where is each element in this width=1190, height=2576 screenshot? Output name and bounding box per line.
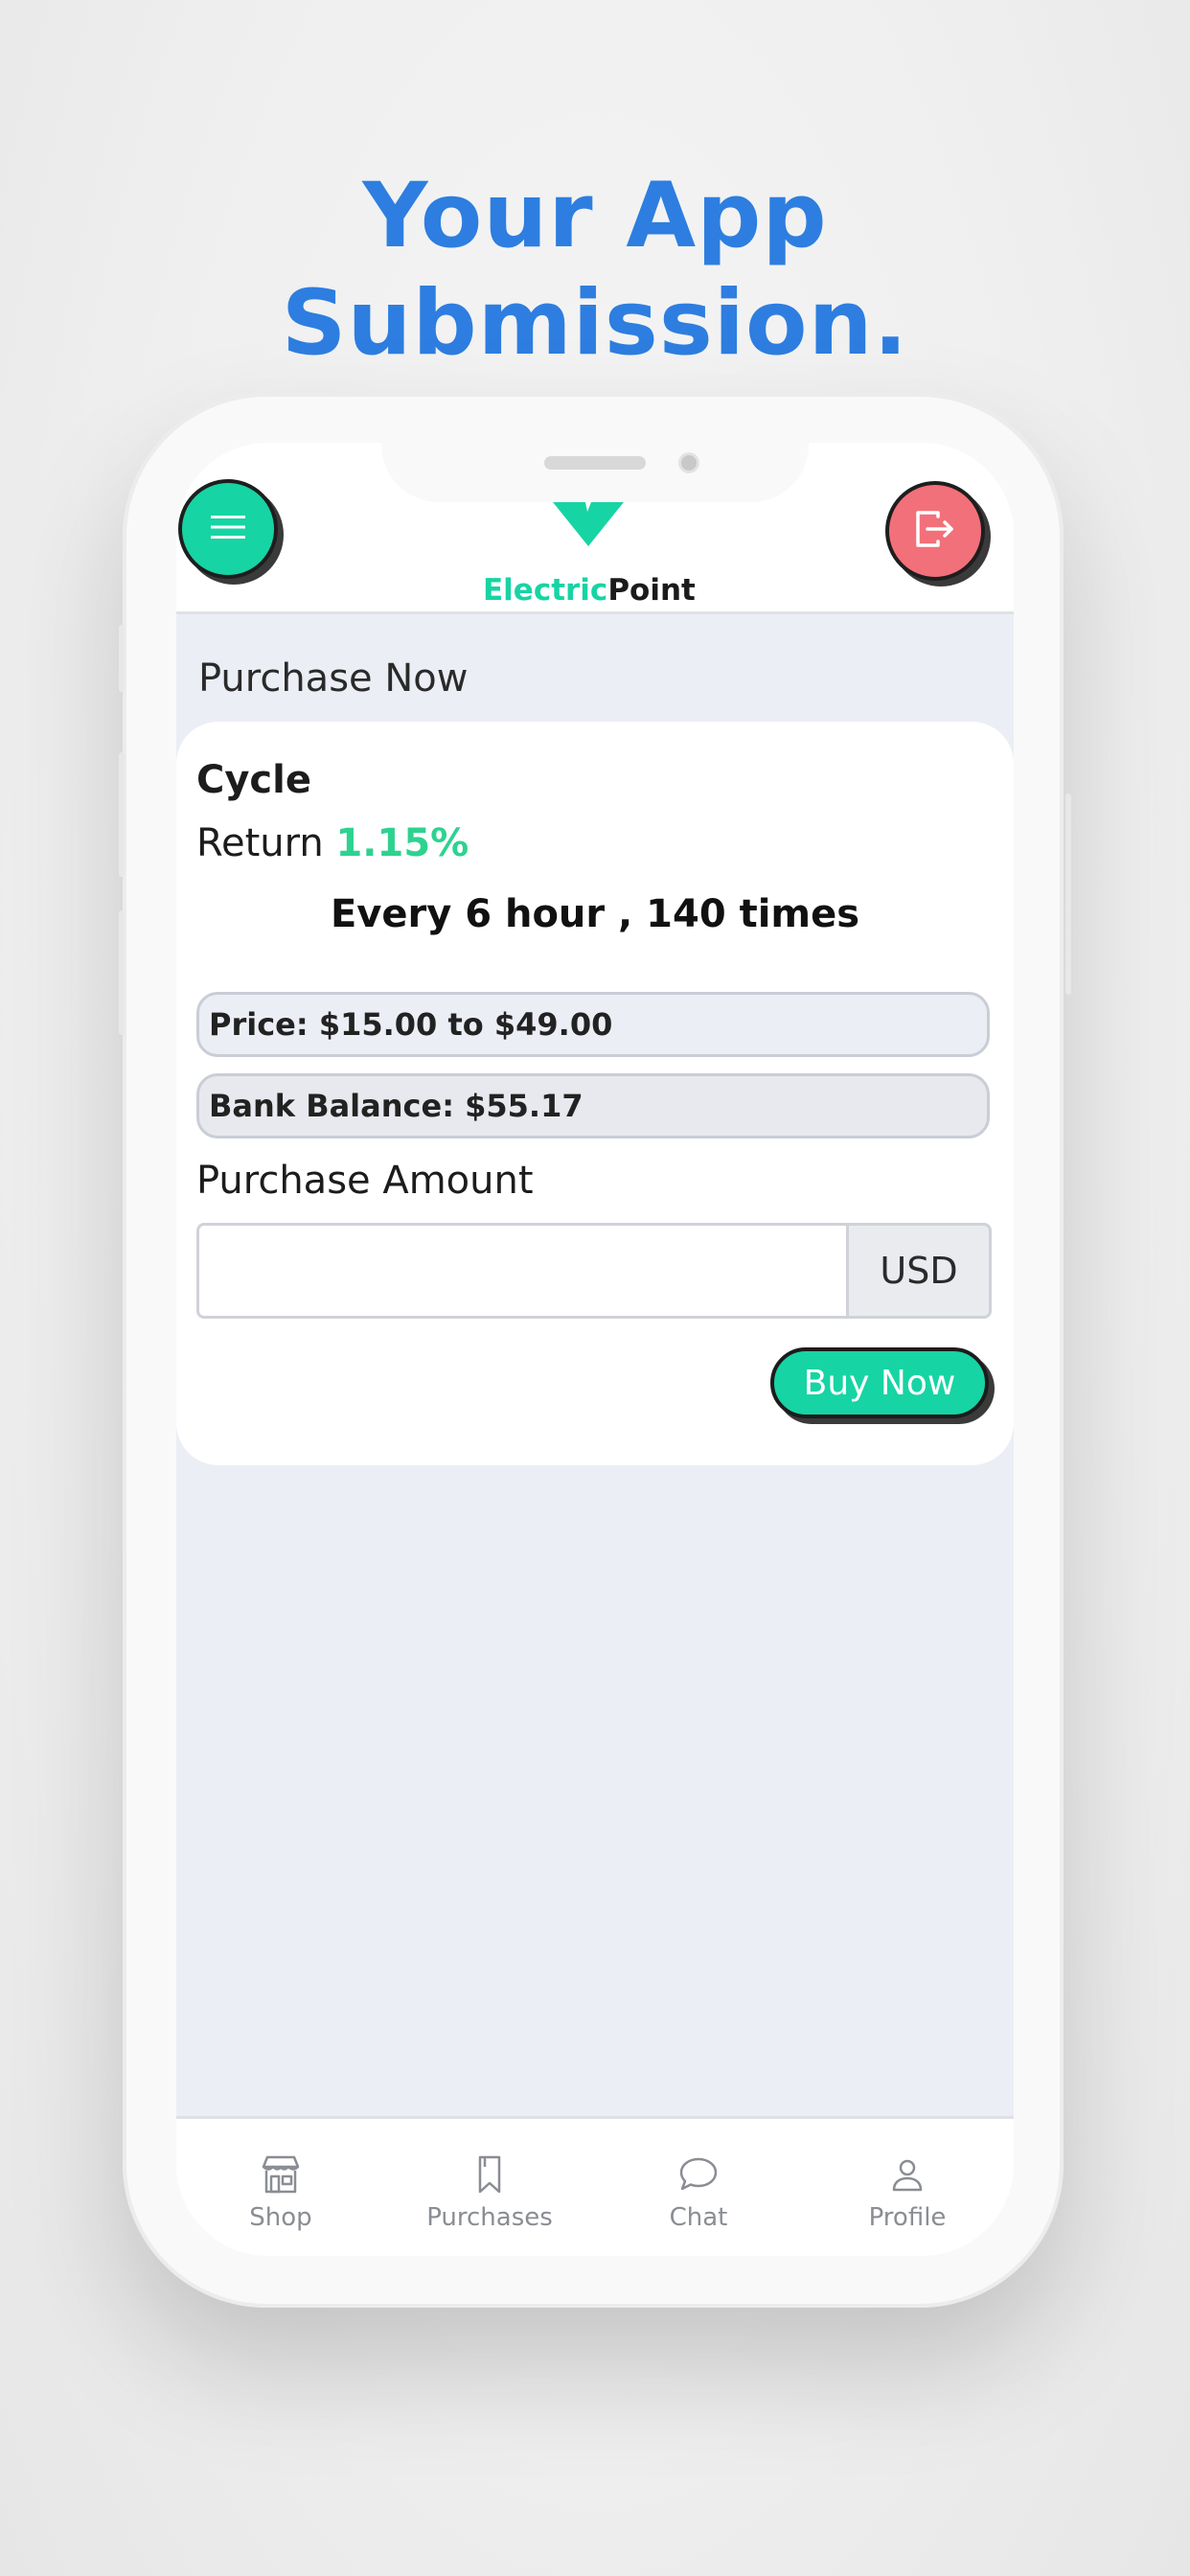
logout-button[interactable] [885, 481, 985, 581]
headline-line-2: Submission. [281, 271, 909, 376]
buy-now-button[interactable]: Buy Now [770, 1347, 989, 1418]
logo-wordmark: ElectricPoint [483, 573, 696, 608]
page-title: Purchase Now [198, 656, 469, 701]
headline-line-1: Your App [362, 164, 828, 268]
bank-balance-badge: Bank Balance: $55.17 [196, 1073, 990, 1138]
phone-speaker [544, 456, 646, 470]
tab-chat-label: Chat [669, 2203, 728, 2232]
shop-icon [176, 2153, 385, 2196]
currency-addon: USD [846, 1223, 992, 1319]
phone-volume-up [119, 752, 125, 877]
phone-mute-switch [119, 625, 125, 692]
chat-bubble-icon [594, 2153, 803, 2196]
purchase-amount-input[interactable] [196, 1223, 846, 1319]
phone-power-button [1065, 794, 1071, 995]
phone-volume-down [119, 910, 125, 1035]
bookmark-icon [385, 2153, 594, 2196]
product-name: Cycle [196, 758, 311, 802]
main-content: Purchase Now Cycle Return 1.15% Every 6 … [176, 614, 1014, 2116]
tab-chat[interactable]: Chat [594, 2153, 803, 2232]
tab-shop-label: Shop [249, 2203, 312, 2232]
tab-purchases-label: Purchases [426, 2203, 553, 2232]
app-logo: ElectricPoint [483, 493, 696, 608]
return-label: Return [196, 821, 324, 865]
app-screen: ElectricPoint Purchase Now Cycle Return … [176, 443, 1014, 2256]
marketing-headline: Your App Submission. [0, 163, 1190, 378]
menu-button[interactable] [178, 479, 278, 579]
purchase-amount-label: Purchase Amount [196, 1159, 534, 1203]
bottom-tab-bar: Shop Purchases Chat Profile [176, 2116, 1014, 2256]
tab-profile[interactable]: Profile [803, 2153, 1012, 2232]
price-range-badge: Price: $15.00 to $49.00 [196, 992, 990, 1057]
return-row: Return 1.15% [196, 821, 469, 865]
tab-purchases[interactable]: Purchases [385, 2153, 594, 2232]
hamburger-icon [211, 513, 245, 545]
purchase-amount-group: USD [196, 1223, 992, 1319]
user-icon [803, 2153, 1012, 2196]
payout-schedule: Every 6 hour , 140 times [330, 892, 860, 936]
return-value: 1.15% [335, 821, 469, 865]
phone-camera [678, 452, 699, 473]
logout-icon [915, 511, 955, 551]
tab-profile-label: Profile [868, 2203, 947, 2232]
phone-notch [381, 443, 809, 502]
tab-shop[interactable]: Shop [176, 2153, 385, 2232]
product-card: Cycle Return 1.15% Every 6 hour , 140 ti… [176, 722, 1014, 1465]
